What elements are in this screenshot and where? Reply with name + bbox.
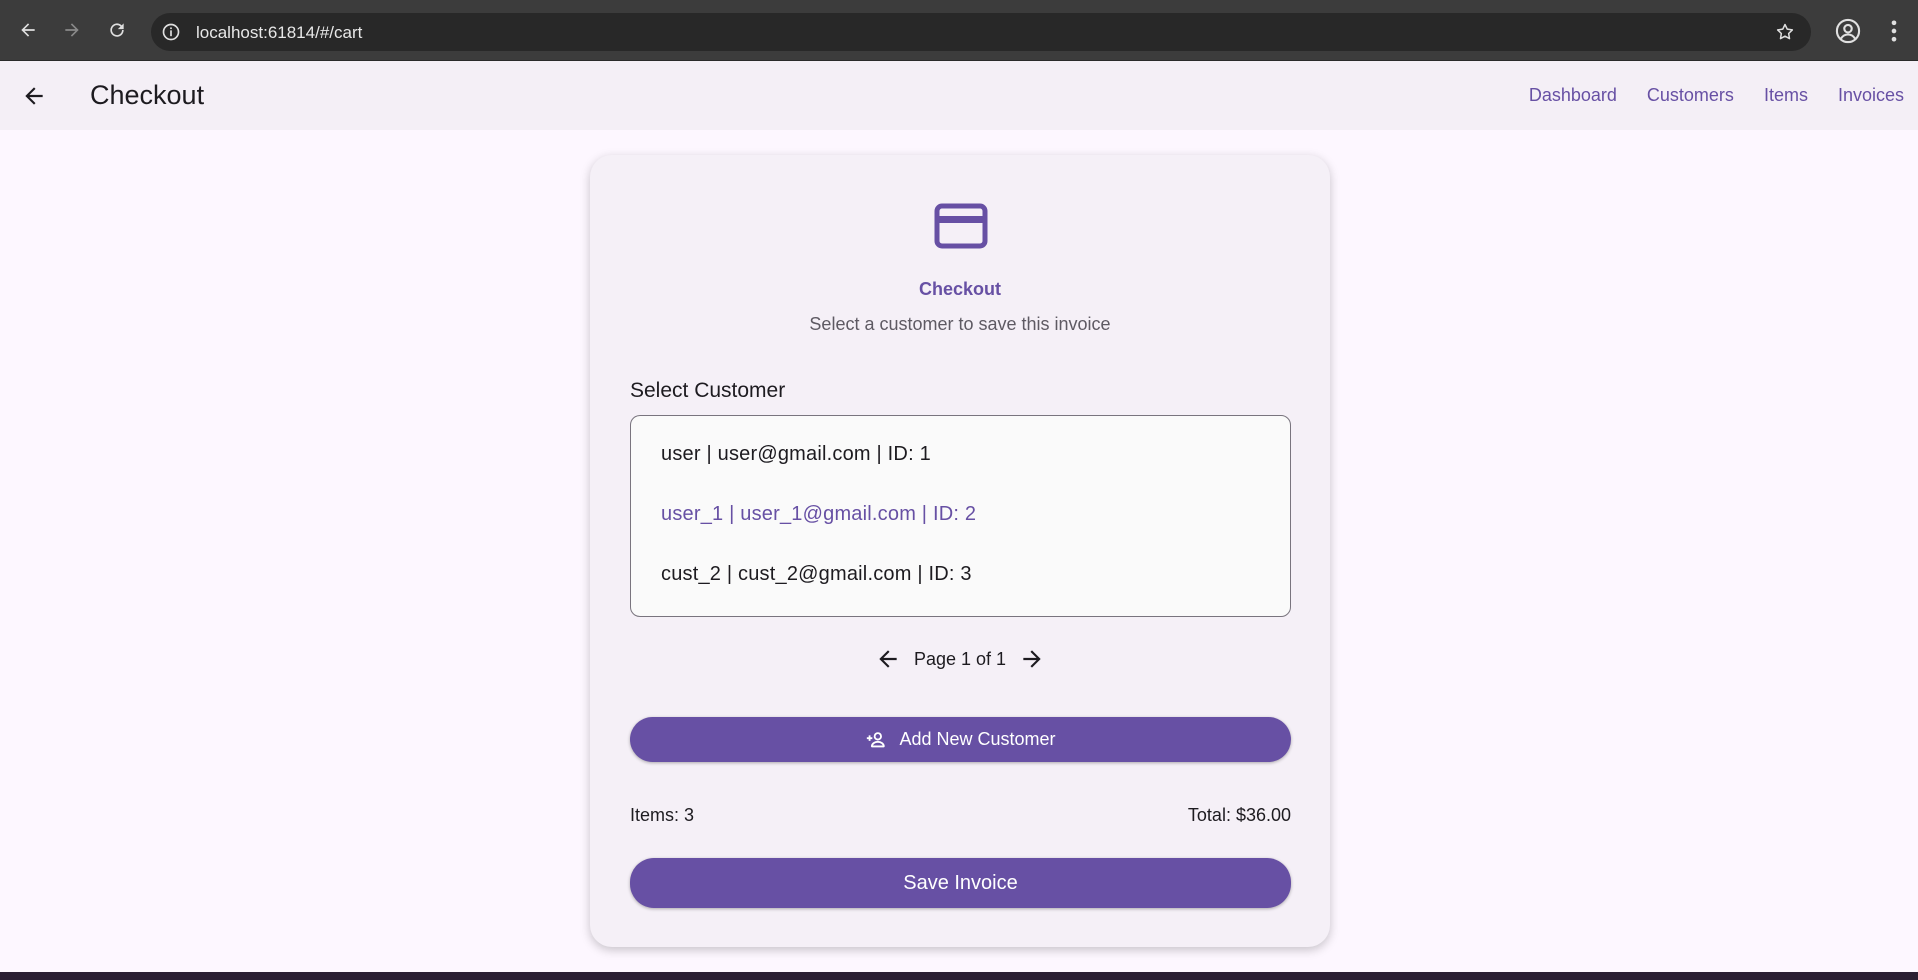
arrow-right-icon xyxy=(65,23,79,37)
nav-dashboard[interactable]: Dashboard xyxy=(1529,85,1617,106)
save-invoice-button[interactable]: Save Invoice xyxy=(630,858,1291,908)
pagination: Page 1 of 1 xyxy=(590,643,1330,675)
customer-option-selected[interactable]: user_1 | user_1@gmail.com | ID: 2 xyxy=(661,503,976,526)
order-summary: Items: 3 Total: $36.00 xyxy=(630,805,1291,826)
customer-list: user | user@gmail.com | ID: 1 user_1 | u… xyxy=(630,415,1291,617)
reload-icon xyxy=(110,23,124,37)
nav-invoices[interactable]: Invoices xyxy=(1838,85,1904,106)
total-amount: Total: $36.00 xyxy=(1187,805,1291,825)
url-text: localhost:61814/#/cart xyxy=(196,23,363,42)
site-info-icon[interactable] xyxy=(161,22,181,42)
checkout-card: Checkout Select a customer to save this … xyxy=(590,155,1330,947)
nav-customers[interactable]: Customers xyxy=(1647,85,1734,106)
arrow-right-icon xyxy=(1023,650,1041,668)
bookmark-star-icon[interactable] xyxy=(1775,22,1795,42)
browser-forward-button[interactable] xyxy=(56,14,88,46)
profile-icon[interactable] xyxy=(1834,17,1862,45)
back-button[interactable] xyxy=(16,78,52,114)
arrow-left-icon xyxy=(879,650,897,668)
nav-items[interactable]: Items xyxy=(1764,85,1808,106)
app-bar: Checkout Dashboard Customers Items Invoi… xyxy=(0,61,1918,130)
address-bar[interactable]: localhost:61814/#/cart xyxy=(151,13,1811,51)
next-page-button[interactable] xyxy=(1018,645,1046,673)
top-nav: Dashboard Customers Items Invoices xyxy=(1529,85,1904,106)
items-count: Items: 3 xyxy=(630,805,695,825)
taskbar-edge xyxy=(0,972,1918,980)
add-new-customer-label: Add New Customer xyxy=(899,729,1056,749)
customer-option[interactable]: user | user@gmail.com | ID: 1 xyxy=(661,443,931,466)
arrow-back-icon xyxy=(25,87,43,105)
add-new-customer-button[interactable]: Add New Customer xyxy=(630,717,1291,762)
prev-page-button[interactable] xyxy=(874,645,902,673)
page-indicator: Page 1 of 1 xyxy=(913,648,1007,669)
card-subtitle: Select a customer to save this invoice xyxy=(809,314,1111,334)
browser-menu-icon[interactable] xyxy=(1884,17,1904,45)
save-invoice-label: Save Invoice xyxy=(903,871,1018,894)
arrow-left-icon xyxy=(21,23,35,37)
browser-back-button[interactable] xyxy=(12,14,44,46)
browser-reload-button[interactable] xyxy=(101,14,133,46)
credit-card-icon xyxy=(934,203,988,249)
page-title: Checkout xyxy=(90,80,205,110)
person-add-icon xyxy=(867,731,886,747)
card-title: Checkout xyxy=(918,279,1001,299)
select-customer-label: Select Customer xyxy=(630,379,786,402)
customer-option[interactable]: cust_2 | cust_2@gmail.com | ID: 3 xyxy=(661,563,972,586)
browser-toolbar: localhost:61814/#/cart xyxy=(0,0,1918,61)
